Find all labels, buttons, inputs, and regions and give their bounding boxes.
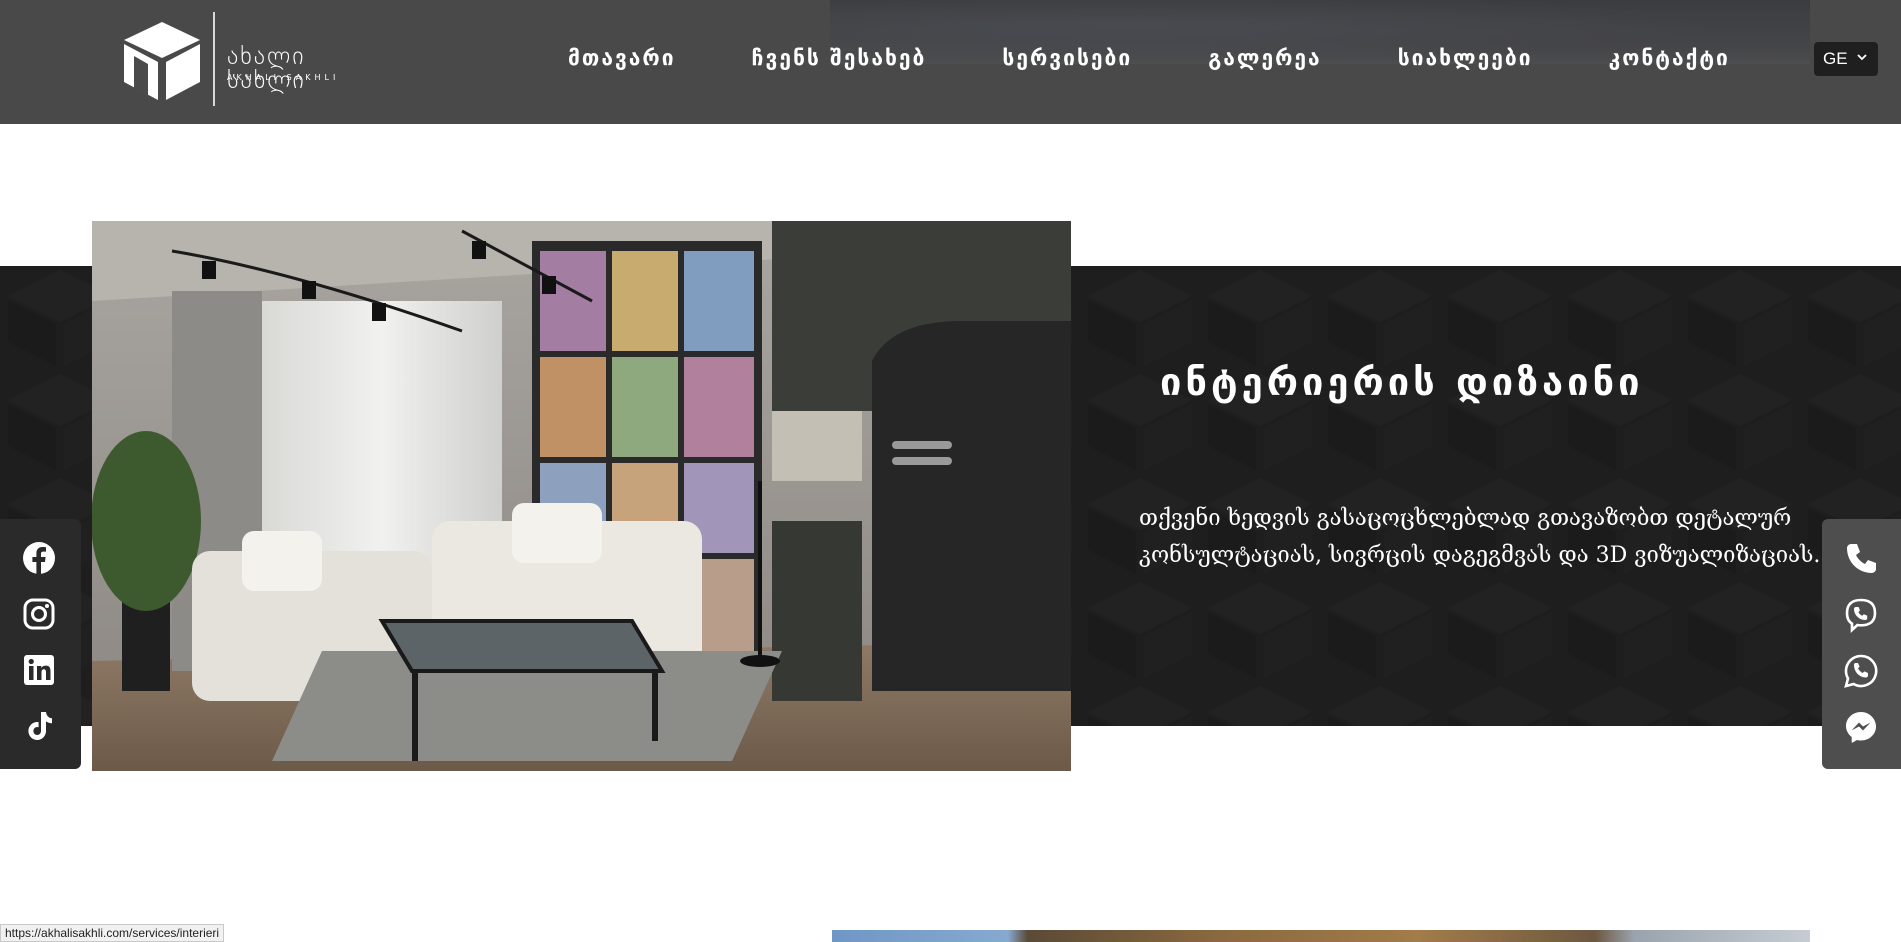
whatsapp-icon[interactable] [1843, 653, 1879, 689]
language-select[interactable]: GE [1814, 42, 1878, 76]
service-description: თქვენი ხედვის გასაცოცხლებლად გთავაზობთ დ… [1139, 506, 1821, 568]
tiktok-icon[interactable] [22, 709, 56, 743]
linkedin-icon[interactable] [22, 653, 56, 687]
browser-status-url: https://akhalisakhli.com/services/interi… [0, 924, 225, 942]
contact-links-panel [1822, 519, 1901, 769]
service-title: ინტერიერის დიზაინი [1160, 360, 1644, 404]
nav-item-contact[interactable]: კონტაქტი [1609, 46, 1730, 70]
interior-design-image [92, 221, 1071, 771]
logo-subtext: AKHALI SAKHLI [227, 73, 340, 82]
facebook-icon[interactable] [22, 541, 56, 575]
social-links-panel [0, 519, 81, 769]
instagram-icon[interactable] [22, 597, 56, 631]
site-header: ახალი სახლი AKHALI SAKHLI მთავარი ჩვენს … [0, 0, 1901, 124]
nav-item-about[interactable]: ჩვენს შესახებ [752, 46, 927, 70]
logo-text: ახალი სახლი [227, 42, 306, 94]
messenger-icon[interactable] [1843, 709, 1879, 745]
logo-cube-icon [124, 22, 200, 100]
next-section-image [832, 930, 1810, 942]
logo-divider [213, 12, 215, 106]
viber-icon[interactable] [1843, 597, 1879, 633]
nav-item-services[interactable]: სერვისები [1002, 46, 1132, 70]
main-nav: მთავარი ჩვენს შესახებ სერვისები გალერეა … [568, 46, 1730, 70]
chevron-down-icon [1857, 54, 1867, 61]
nav-item-gallery[interactable]: გალერეა [1208, 46, 1321, 70]
nav-item-news[interactable]: სიახლეები [1398, 46, 1533, 70]
phone-icon[interactable] [1843, 541, 1879, 577]
nav-item-home[interactable]: მთავარი [568, 46, 676, 70]
language-value: GE [1823, 49, 1848, 68]
site-logo[interactable]: ახალი სახლი AKHALI SAKHLI [120, 12, 360, 107]
